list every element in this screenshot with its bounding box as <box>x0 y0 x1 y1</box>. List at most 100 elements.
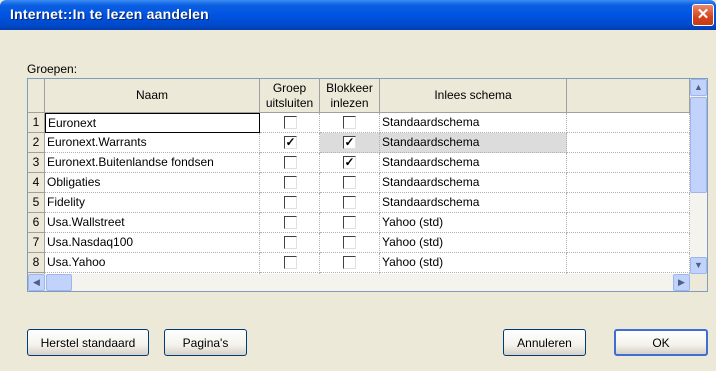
import-schema-cell[interactable]: Standaardschema <box>380 113 567 133</box>
groups-label: Groepen: <box>27 62 78 76</box>
groups-grid: Naam Groep uitsluiten Blokkeer inlezen I… <box>27 78 708 292</box>
reset-defaults-button[interactable]: Herstel standaard <box>27 329 149 356</box>
exclude-group-checkbox-cell: ✓ <box>260 133 320 153</box>
scroll-down-button[interactable]: ▼ <box>690 257 707 274</box>
scroll-left-button[interactable]: ◀ <box>28 274 45 291</box>
group-name-cell[interactable]: Euronext.Warrants <box>45 133 260 153</box>
empty-cell <box>567 173 690 193</box>
group-name-cell[interactable]: Obligaties <box>45 173 260 193</box>
header-line: Groep <box>272 80 307 95</box>
chevron-down-icon: ▼ <box>694 260 703 270</box>
block-import-checkbox-cell <box>320 193 380 213</box>
table-row[interactable]: 8 Usa.Yahoo Yahoo (std) <box>28 253 690 273</box>
block-import-checkbox[interactable] <box>343 216 356 229</box>
column-header-blokkeer-label: Blokkeer inlezen <box>326 81 373 111</box>
corner-header <box>28 79 45 113</box>
table-row[interactable]: 3 Euronext.Buitenlandse fondsen ✓ Standaard… <box>28 153 690 173</box>
import-schema-cell[interactable]: Yahoo (std) <box>380 253 567 273</box>
empty-cell <box>567 193 690 213</box>
vertical-scrollbar[interactable]: ▲ ▼ <box>690 79 707 274</box>
column-header-groep-uitsluiten[interactable]: Groep uitsluiten <box>260 79 320 113</box>
exclude-group-checkbox[interactable] <box>284 256 297 269</box>
block-import-checkbox-cell <box>320 213 380 233</box>
scroll-up-button[interactable]: ▲ <box>690 79 707 96</box>
title-bar[interactable]: Internet::In te lezen aandelen ✕ <box>0 0 716 30</box>
empty-cell <box>567 153 690 173</box>
table-row[interactable]: 7 Usa.Nasdaq100 Yahoo (std) <box>28 233 690 253</box>
block-import-checkbox[interactable]: ✓ <box>343 156 356 169</box>
close-button[interactable]: ✕ <box>692 4 714 26</box>
horizontal-scroll-thumb[interactable] <box>46 274 72 291</box>
exclude-group-checkbox[interactable] <box>284 196 297 209</box>
column-header-schema-label: Inlees schema <box>434 88 512 102</box>
column-header-blokkeer-inlezen[interactable]: Blokkeer inlezen <box>320 79 380 113</box>
row-number[interactable]: 2 <box>28 133 45 153</box>
exclude-group-checkbox[interactable] <box>284 176 297 189</box>
block-import-checkbox-cell: ✓ <box>320 133 380 153</box>
table-row[interactable]: 4 Obligaties Standaardschema <box>28 173 690 193</box>
row-number[interactable]: 3 <box>28 153 45 173</box>
block-import-checkbox-cell <box>320 233 380 253</box>
vertical-scroll-thumb[interactable] <box>690 97 707 193</box>
scrollbar-corner <box>690 274 707 291</box>
column-header-naam[interactable]: Naam <box>45 79 260 113</box>
scroll-right-button[interactable]: ▶ <box>673 274 690 291</box>
pages-button[interactable]: Pagina's <box>164 329 247 356</box>
block-import-checkbox[interactable]: ✓ <box>343 136 356 149</box>
exclude-group-checkbox[interactable] <box>284 116 297 129</box>
import-schema-cell[interactable]: Yahoo (std) <box>380 233 567 253</box>
empty-cell <box>567 133 690 153</box>
group-name-cell[interactable]: Usa.Yahoo <box>45 253 260 273</box>
exclude-group-checkbox[interactable] <box>284 216 297 229</box>
exclude-group-checkbox-cell <box>260 193 320 213</box>
checkmark-icon: ✓ <box>344 135 355 149</box>
header-line: Blokkeer <box>326 80 373 95</box>
block-import-checkbox[interactable] <box>343 236 356 249</box>
row-number[interactable]: 5 <box>28 193 45 213</box>
block-import-checkbox[interactable] <box>343 196 356 209</box>
horizontal-scrollbar[interactable]: ◀ ▶ <box>28 274 690 291</box>
table-row[interactable]: 5 Fidelity Standaardschema <box>28 193 690 213</box>
ok-button[interactable]: OK <box>614 329 708 356</box>
group-name-cell[interactable]: Usa.Nasdaq100 <box>45 233 260 253</box>
column-header-groep-label: Groep uitsluiten <box>266 81 313 111</box>
block-import-checkbox-cell <box>320 173 380 193</box>
row-number[interactable]: 6 <box>28 213 45 233</box>
column-header-naam-label: Naam <box>135 88 168 102</box>
import-schema-cell[interactable]: Standaardschema <box>380 193 567 213</box>
empty-cell <box>567 253 690 273</box>
import-schema-cell[interactable]: Yahoo (std) <box>380 213 567 233</box>
group-name-cell[interactable]: Euronext.Buitenlandse fondsen <box>45 153 260 173</box>
table-row[interactable]: 2 Euronext.Warrants ✓ ✓ Standaardschema <box>28 133 690 153</box>
checkmark-icon: ✓ <box>344 155 355 169</box>
import-schema-cell[interactable]: Standaardschema <box>380 153 567 173</box>
group-name-cell[interactable]: Euronext <box>45 113 260 133</box>
header-line: inlezen <box>330 95 369 110</box>
exclude-group-checkbox-cell <box>260 253 320 273</box>
import-schema-cell[interactable]: Standaardschema <box>380 133 567 153</box>
header-line: uitsluiten <box>265 95 314 110</box>
row-number[interactable]: 1 <box>28 113 45 133</box>
row-number[interactable]: 7 <box>28 233 45 253</box>
exclude-group-checkbox-cell <box>260 213 320 233</box>
block-import-checkbox[interactable] <box>343 256 356 269</box>
row-number[interactable]: 8 <box>28 253 45 273</box>
cancel-button[interactable]: Annuleren <box>503 329 586 356</box>
block-import-checkbox-cell: ✓ <box>320 153 380 173</box>
exclude-group-checkbox[interactable] <box>284 236 297 249</box>
block-import-checkbox[interactable] <box>343 116 356 129</box>
group-name-cell[interactable]: Usa.Wallstreet <box>45 213 260 233</box>
empty-cell <box>567 213 690 233</box>
exclude-group-checkbox[interactable]: ✓ <box>284 136 297 149</box>
column-header-inlees-schema[interactable]: Inlees schema <box>380 79 567 113</box>
block-import-checkbox[interactable] <box>343 176 356 189</box>
row-number[interactable]: 4 <box>28 173 45 193</box>
window-title: Internet::In te lezen aandelen <box>10 6 209 22</box>
exclude-group-checkbox-cell <box>260 173 320 193</box>
import-schema-cell[interactable]: Standaardschema <box>380 173 567 193</box>
table-row[interactable]: 6 Usa.Wallstreet Yahoo (std) <box>28 213 690 233</box>
table-row[interactable]: 1 Euronext Standaardschema <box>28 113 690 133</box>
exclude-group-checkbox[interactable] <box>284 156 297 169</box>
group-name-cell[interactable]: Fidelity <box>45 193 260 213</box>
empty-cell <box>567 233 690 253</box>
